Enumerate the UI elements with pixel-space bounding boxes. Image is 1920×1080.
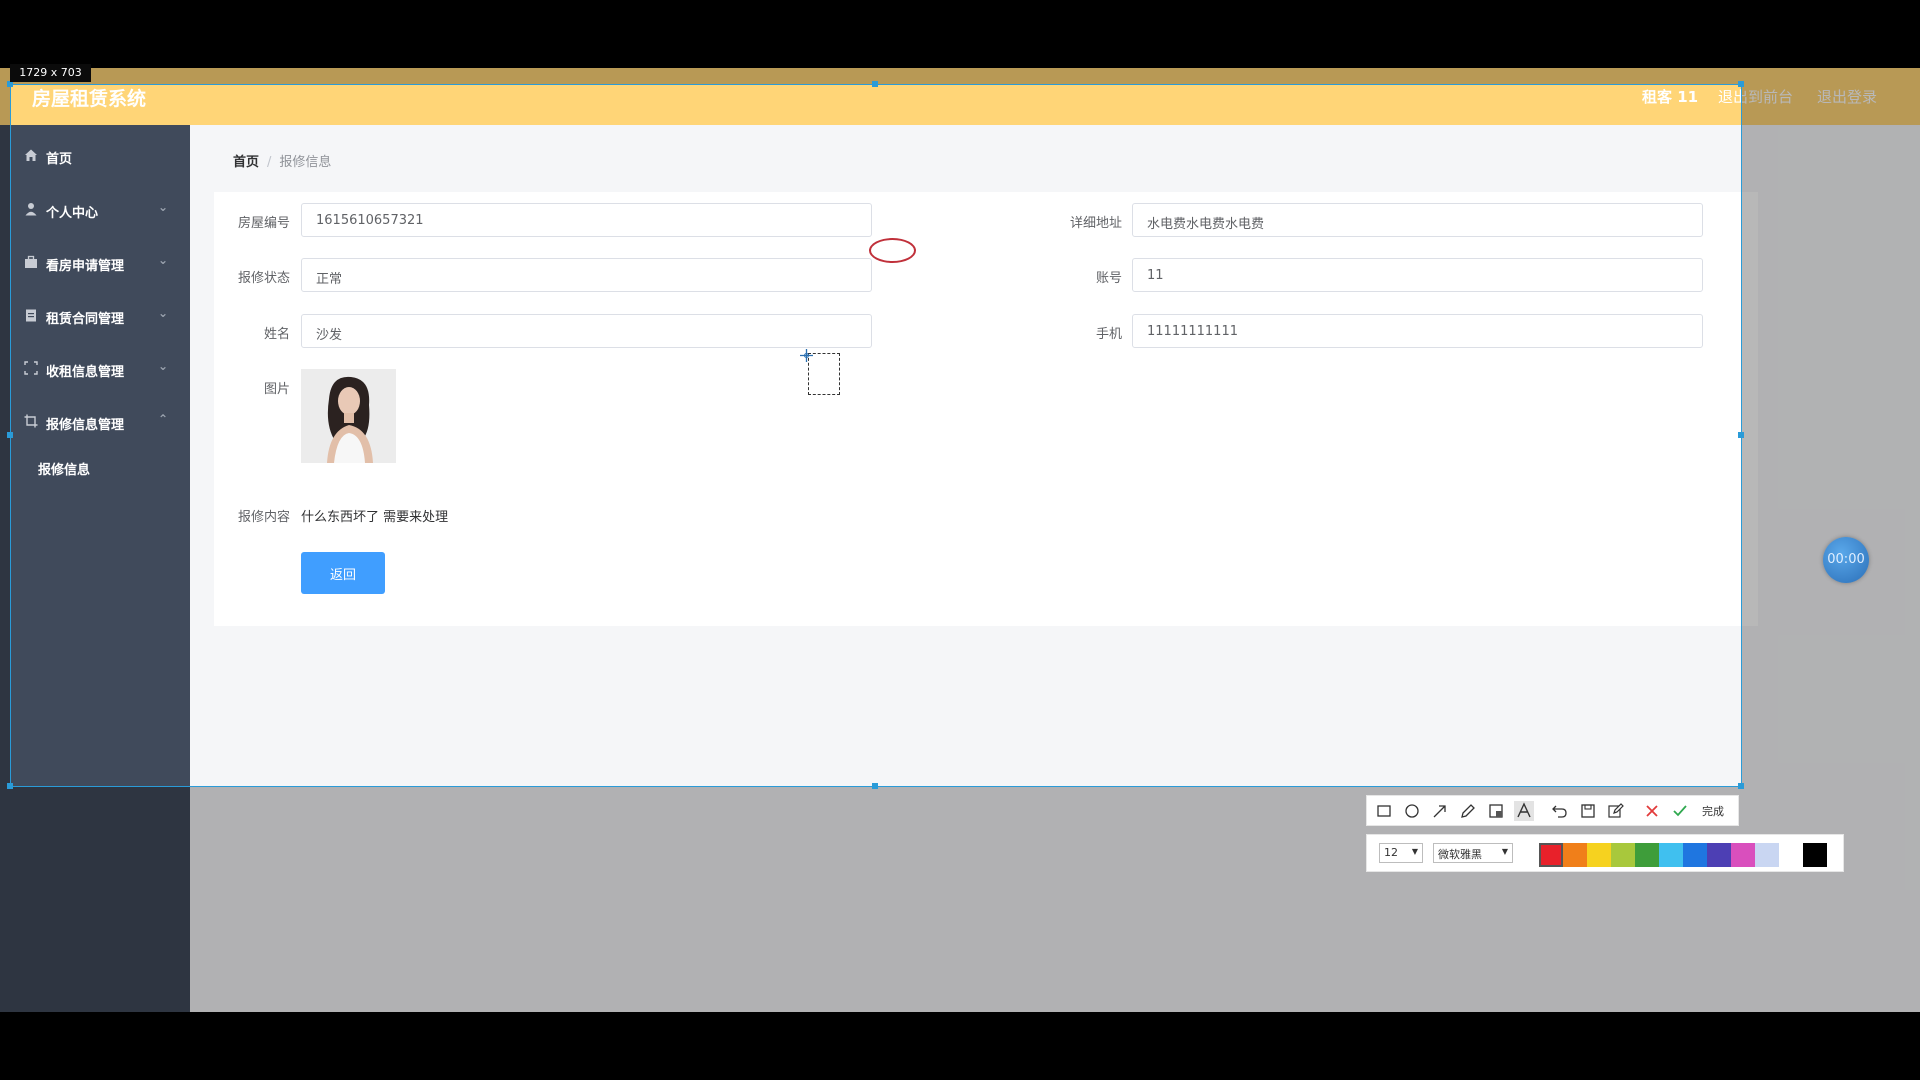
chevron-down-icon: ⌄: [158, 359, 169, 373]
color-swatch[interactable]: [1779, 843, 1803, 867]
sidebar-item-viewing[interactable]: 看房申请管理 ⌄: [0, 241, 190, 285]
resize-handle[interactable]: [1738, 81, 1744, 87]
sidebar-subitem-repair-info[interactable]: 报修信息: [38, 459, 90, 478]
resize-handle[interactable]: [872, 783, 878, 789]
sidebar-item-label: 报修信息管理: [46, 418, 125, 433]
edit-icon[interactable]: [1606, 801, 1626, 821]
capture-toolbar: 完成: [1366, 795, 1739, 826]
color-swatch[interactable]: [1659, 843, 1683, 867]
resize-handle[interactable]: [1738, 432, 1744, 438]
chevron-down-icon: ⌄: [158, 306, 169, 320]
annotation-ellipse[interactable]: [869, 238, 916, 263]
recording-timer[interactable]: 00:00: [1823, 537, 1869, 583]
breadcrumb: 首页 / 报修信息: [233, 151, 331, 170]
fullscreen-icon: [24, 361, 38, 375]
breadcrumb-current: 报修信息: [279, 155, 332, 170]
color-swatch[interactable]: [1707, 843, 1731, 867]
sidebar-item-label: 首页: [46, 152, 73, 167]
home-icon: [24, 148, 38, 162]
color-swatch[interactable]: [1635, 843, 1659, 867]
status-label: 报修状态: [237, 271, 290, 286]
phone-label: 手机: [1095, 327, 1122, 342]
ellipse-tool-icon[interactable]: [1402, 801, 1422, 821]
repair-photo: [301, 369, 396, 463]
house-no-input[interactable]: 1615610657321: [301, 203, 872, 237]
caret-down-icon: ▼: [1501, 847, 1508, 856]
font-size-select[interactable]: 12 ▼: [1379, 843, 1423, 863]
color-swatch[interactable]: [1539, 843, 1563, 867]
color-swatch[interactable]: [1803, 843, 1827, 867]
rectangle-tool-icon[interactable]: [1374, 801, 1394, 821]
phone-input[interactable]: 11111111111: [1132, 314, 1703, 348]
sidebar-item-label: 收租信息管理: [46, 365, 125, 380]
font-family-value: 微软雅黑: [1438, 848, 1482, 861]
cancel-icon[interactable]: [1642, 801, 1662, 821]
resize-handle[interactable]: [7, 783, 13, 789]
color-swatch[interactable]: [1683, 843, 1707, 867]
status-input[interactable]: 正常: [301, 258, 872, 292]
back-button[interactable]: 返回: [301, 552, 385, 594]
name-label: 姓名: [263, 327, 290, 342]
done-button[interactable]: 完成: [1702, 803, 1724, 819]
chevron-down-icon: ⌄: [158, 253, 169, 267]
resize-handle[interactable]: [872, 81, 878, 87]
selection-size-label: 1729 x 703: [10, 64, 91, 82]
picture-label: 图片: [263, 382, 290, 397]
mosaic-tool-icon[interactable]: [1486, 801, 1506, 821]
sidebar-item-repair[interactable]: 报修信息管理 ⌃: [0, 400, 190, 444]
sidebar-item-label: 个人中心: [46, 206, 99, 221]
caret-down-icon: ▼: [1411, 847, 1418, 856]
color-swatch[interactable]: [1563, 843, 1587, 867]
font-size-value: 12: [1384, 846, 1398, 859]
name-input[interactable]: 沙发: [301, 314, 872, 348]
clipboard-icon: [24, 308, 38, 322]
chevron-down-icon: ⌄: [158, 200, 169, 214]
sidebar-item-home[interactable]: 首页: [0, 134, 190, 178]
current-user: 租客 11: [1642, 88, 1699, 106]
account-label: 账号: [1095, 271, 1122, 286]
content-text: 什么东西坏了 需要来处理: [301, 510, 449, 525]
breadcrumb-home[interactable]: 首页: [233, 155, 259, 170]
address-input[interactable]: 水电费水电费水电费: [1132, 203, 1703, 237]
capture-style-bar: 12 ▼ 微软雅黑 ▼: [1366, 834, 1844, 872]
sidebar-item-profile[interactable]: 个人中心 ⌄: [0, 188, 190, 232]
breadcrumb-separator: /: [267, 155, 272, 170]
content-label: 报修内容: [237, 510, 290, 525]
resize-handle[interactable]: [7, 432, 13, 438]
account-input[interactable]: 11: [1132, 258, 1703, 292]
house-no-label: 房屋编号: [237, 216, 290, 231]
crop-icon: [24, 414, 38, 428]
resize-handle[interactable]: [1738, 783, 1744, 789]
undo-icon[interactable]: [1550, 801, 1570, 821]
color-swatch[interactable]: [1611, 843, 1635, 867]
crosshair-cursor-icon: [800, 347, 813, 362]
sidebar-item-label: 看房申请管理: [46, 259, 125, 274]
briefcase-icon: [24, 255, 38, 269]
confirm-icon[interactable]: [1670, 801, 1690, 821]
sidebar-item-rent[interactable]: 收租信息管理 ⌄: [0, 347, 190, 391]
sidebar-item-label: 租赁合同管理: [46, 312, 125, 327]
dim-overlay: [0, 68, 1920, 84]
arrow-tool-icon[interactable]: [1430, 801, 1450, 821]
pen-tool-icon[interactable]: [1458, 801, 1478, 821]
color-swatch[interactable]: [1731, 843, 1755, 867]
color-swatch[interactable]: [1755, 843, 1779, 867]
color-swatch[interactable]: [1587, 843, 1611, 867]
chevron-up-icon: ⌃: [158, 412, 169, 426]
text-tool-icon[interactable]: [1514, 801, 1534, 821]
sidebar-item-contract[interactable]: 租赁合同管理 ⌄: [0, 294, 190, 338]
app-title: 房屋租赁系统: [32, 88, 147, 110]
font-family-select[interactable]: 微软雅黑 ▼: [1433, 843, 1513, 863]
save-icon[interactable]: [1578, 801, 1598, 821]
address-label: 详细地址: [1069, 216, 1122, 231]
user-icon: [24, 202, 38, 216]
